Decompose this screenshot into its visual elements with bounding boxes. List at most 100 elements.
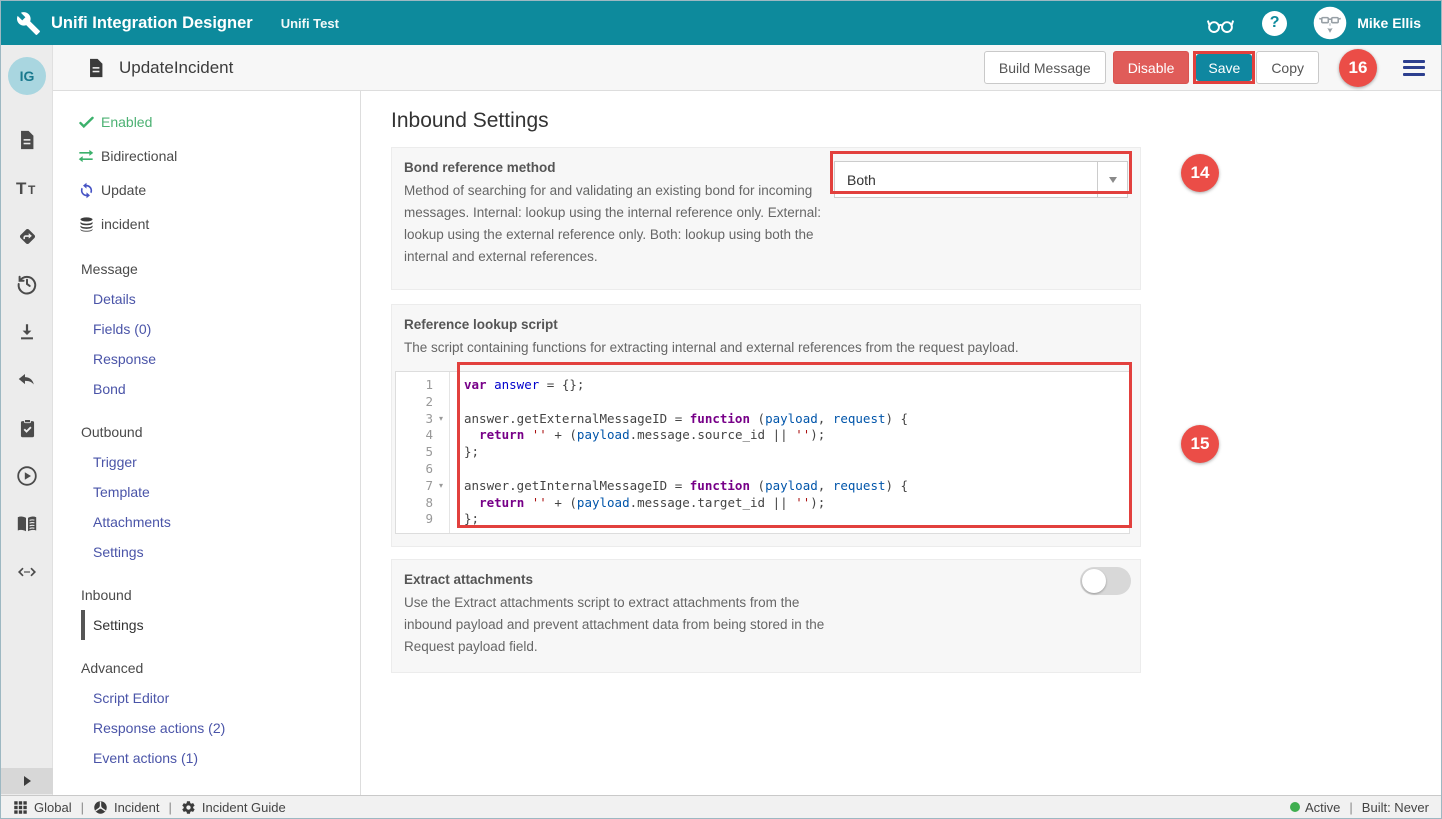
scope-item-label: Global [34, 800, 72, 815]
rail-play-button[interactable] [15, 464, 39, 488]
code-token [464, 427, 479, 442]
rail-reply-button[interactable] [15, 368, 39, 392]
disable-button[interactable]: Disable [1113, 51, 1190, 84]
scope-item-global[interactable]: Global [13, 800, 72, 815]
workspace-avatar[interactable]: IG [8, 57, 46, 95]
code-token: payload [765, 478, 818, 493]
nav-link-settings[interactable]: Settings [81, 610, 150, 640]
nav-link-trigger[interactable]: Trigger [53, 447, 360, 477]
code-token: request [833, 411, 886, 426]
build-message-button[interactable]: Build Message [984, 51, 1106, 84]
directions-icon [17, 226, 38, 247]
check-icon [73, 114, 99, 131]
rail-directions-button[interactable] [15, 224, 39, 248]
help-button[interactable]: ? [1262, 11, 1287, 36]
code-token: ) { [886, 411, 909, 426]
code-token: = {}; [539, 377, 584, 392]
rail-document-button[interactable] [15, 128, 39, 152]
code-token: answer [494, 377, 539, 392]
nav-item-enabled[interactable]: Enabled [53, 105, 360, 139]
nav-item-label: incident [101, 216, 149, 232]
code-line: return '' + (payload.message.source_id |… [464, 427, 1129, 444]
nav-group-header: Advanced [53, 653, 360, 683]
grid-icon [13, 800, 28, 815]
gutter-line: 2 [396, 394, 449, 411]
built-status-label: Built: Never [1362, 800, 1429, 815]
code-token: .message.target_id || [630, 495, 796, 510]
collapse-sidebar-button[interactable] [1, 768, 53, 794]
scope-item-label: Incident [114, 800, 160, 815]
scope-item-incident[interactable]: Incident [93, 800, 160, 815]
rail-download-button[interactable] [15, 320, 39, 344]
question-icon: ? [1262, 11, 1287, 36]
code-token: '' [795, 427, 810, 442]
refresh-icon [73, 181, 99, 200]
gutter-line: 5 [396, 444, 449, 461]
scope-item-incident-guide[interactable]: Incident Guide [181, 800, 286, 815]
line-number: 9 [403, 511, 433, 528]
nav-link-script-editor[interactable]: Script Editor [53, 683, 360, 713]
menu-icon[interactable] [1403, 56, 1425, 79]
nav-link-bond[interactable]: Bond [53, 374, 360, 404]
nav-link-response-actions-2-[interactable]: Response actions (2) [53, 713, 360, 743]
record-header: UpdateIncident Build Message Disable Sav… [53, 45, 1441, 91]
breadcrumb-separator: | [169, 800, 172, 815]
reference-lookup-card: Reference lookup script The script conta… [391, 304, 1141, 547]
left-icon-rail: IG TT [1, 45, 53, 795]
extract-attachments-toggle[interactable] [1080, 567, 1131, 595]
nav-item-label: Enabled [101, 114, 152, 130]
code-token [464, 495, 479, 510]
nav-link-settings[interactable]: Settings [53, 537, 360, 567]
nav-group-message: MessageDetailsFields (0)ResponseBond [53, 254, 360, 404]
fold-arrow-icon[interactable]: ▾ [433, 478, 449, 495]
rail-icon-list: TT [1, 128, 53, 608]
nav-link-attachments[interactable]: Attachments [53, 507, 360, 537]
code-content[interactable]: var answer = {}; answer.getExternalMessa… [450, 372, 1129, 533]
play-icon [15, 464, 39, 488]
glasses-icon[interactable] [1205, 8, 1236, 39]
code-token [524, 495, 532, 510]
reference-lookup-label: Reference lookup script [404, 317, 1140, 332]
rail-clipboard-check-button[interactable] [15, 416, 39, 440]
code-token: '' [532, 427, 547, 442]
reference-lookup-description: The script containing functions for extr… [404, 337, 1140, 359]
code-token: ); [810, 495, 825, 510]
download-icon [16, 321, 38, 343]
nav-item-update[interactable]: Update [53, 173, 360, 207]
nav-link-event-actions-1-[interactable]: Event actions (1) [53, 743, 360, 773]
rail-code-button[interactable] [15, 560, 39, 584]
rail-book-button[interactable] [15, 512, 39, 536]
bond-reference-description: Method of searching for and validating a… [404, 180, 834, 268]
code-line: }; [464, 444, 1129, 461]
nav-link-details[interactable]: Details [53, 284, 360, 314]
nav-group-inbound: InboundSettings [53, 580, 360, 640]
line-number: 5 [403, 444, 433, 461]
gutter-line: 9 [396, 511, 449, 528]
nav-item-bidirectional[interactable]: Bidirectional [53, 139, 360, 173]
nav-link-response[interactable]: Response [53, 344, 360, 374]
code-token: ) { [886, 478, 909, 493]
code-token: + ( [547, 427, 577, 442]
dropdown-caret-button[interactable] [1097, 162, 1127, 197]
code-icon [15, 560, 39, 584]
reference-lookup-script-editor[interactable]: 123▾4567▾89 var answer = {}; answer.getE… [395, 371, 1130, 534]
fold-arrow-icon[interactable]: ▾ [433, 411, 449, 428]
copy-button[interactable]: Copy [1256, 51, 1319, 84]
line-number: 1 [403, 377, 433, 394]
text-icon: TT [15, 176, 39, 200]
rail-text-button[interactable]: TT [15, 176, 39, 200]
nav-link-template[interactable]: Template [53, 477, 360, 507]
nav-item-incident[interactable]: incident [53, 207, 360, 241]
code-token [487, 377, 495, 392]
nav-link-fields-0-[interactable]: Fields (0) [53, 314, 360, 344]
nav-group-advanced: AdvancedScript EditorResponse actions (2… [53, 653, 360, 773]
save-button[interactable]: Save [1196, 54, 1252, 81]
toggle-knob [1082, 569, 1106, 593]
code-token: .message.source_id || [630, 427, 796, 442]
nav-item-label: Bidirectional [101, 148, 177, 164]
rail-history-button[interactable] [15, 272, 39, 296]
bond-reference-dropdown[interactable]: Both [834, 161, 1128, 198]
annotation-badge-14: 14 [1181, 154, 1219, 192]
user-avatar[interactable] [1313, 6, 1347, 40]
code-token: ( [750, 478, 765, 493]
